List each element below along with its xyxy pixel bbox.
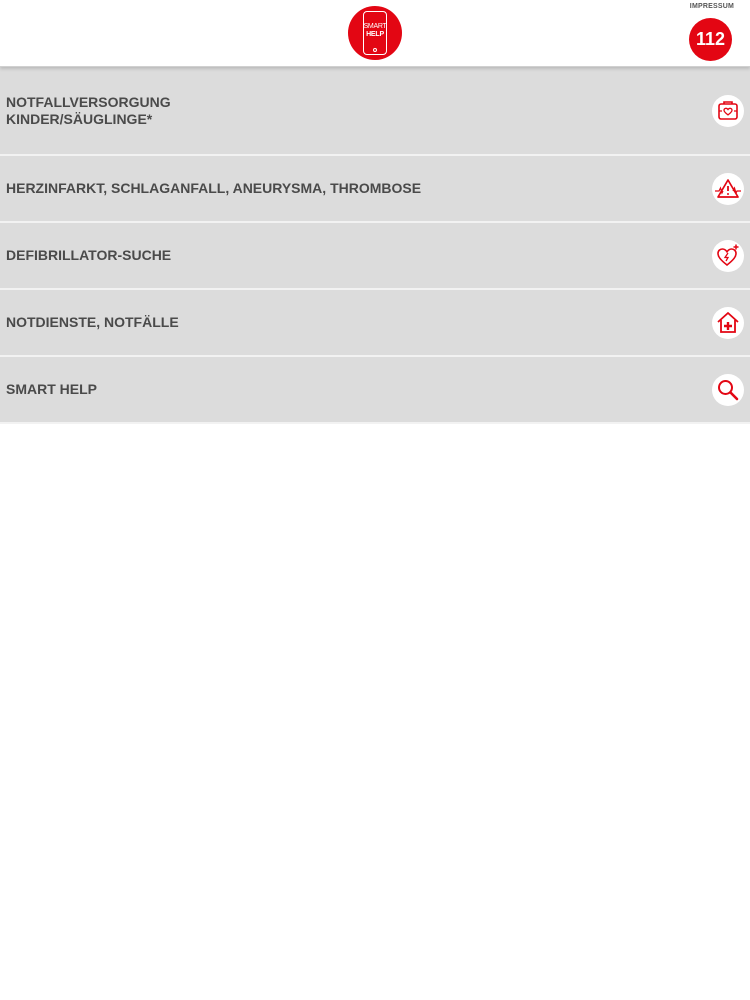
warning-heartbeat-icon [712,172,744,205]
hospital-house-icon [712,306,744,339]
phone-icon: SMART HELP [363,11,387,55]
menu-item-label: HERZINFARKT, SCHLAGANFALL, ANEURYSMA, TH… [6,180,422,196]
phone-home-button [373,48,377,52]
emergency-call-button[interactable]: 112 [689,18,732,61]
main-menu: NOTFALLVERSORGUNG KINDER/SÄUGLINGE* HERZ… [0,67,750,424]
smart-help-logo[interactable]: SMART HELP [348,6,402,60]
logo-text-line2: HELP [366,31,384,38]
defibrillator-heart-icon [712,239,744,272]
menu-item-label: NOTDIENSTE, NOTFÄLLE [6,314,179,330]
logo-text-line1: SMART [363,23,387,30]
search-icon [712,373,744,406]
menu-item-label: DEFIBRILLATOR-SUCHE [6,247,172,263]
menu-item-defibrillator-search[interactable]: DEFIBRILLATOR-SUCHE [0,223,750,290]
menu-item-heart-stroke[interactable]: HERZINFARKT, SCHLAGANFALL, ANEURYSMA, TH… [0,156,750,223]
menu-item-child-emergency[interactable]: NOTFALLVERSORGUNG KINDER/SÄUGLINGE* [0,67,750,156]
menu-item-emergency-services[interactable]: NOTDIENSTE, NOTFÄLLE [0,290,750,357]
app-header: SMART HELP IMPRESSUM 112 [0,0,750,67]
menu-item-label: SMART HELP [6,381,97,397]
menu-item-smart-help[interactable]: SMART HELP [0,357,750,424]
menu-item-label: NOTFALLVERSORGUNG KINDER/SÄUGLINGE* [6,93,171,127]
impressum-link[interactable]: IMPRESSUM [690,3,734,10]
first-aid-kit-icon [712,94,744,127]
